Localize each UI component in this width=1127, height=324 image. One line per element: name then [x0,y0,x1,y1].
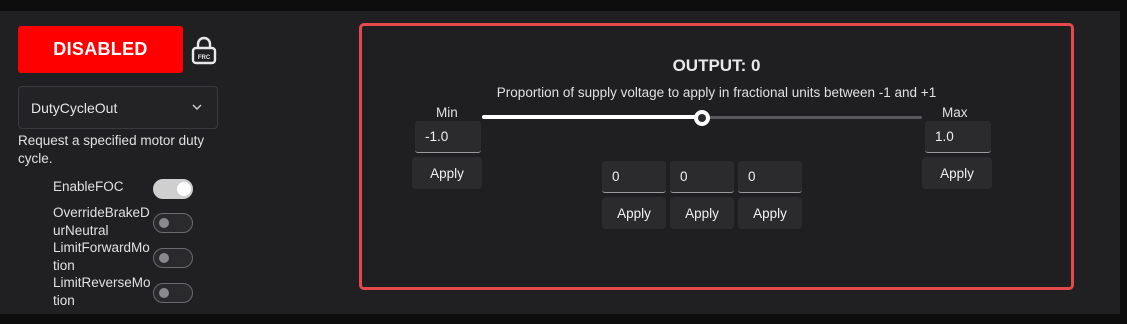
option-label-overridebrakedurneutral: OverrideBrakeDurNeutral [53,205,150,238]
toggle-limitforwardmotion[interactable] [153,248,193,268]
control-mode-description: Request a specified motor duty cycle. [18,133,205,166]
preset-apply-button-3[interactable]: Apply [738,197,802,229]
preset-apply-button-1[interactable]: Apply [602,197,666,229]
preset-input-3[interactable] [738,161,802,193]
chevron-down-icon [192,104,202,110]
toggle-overridebrakedurneutral[interactable] [153,213,193,233]
toggle-knob [177,182,191,196]
svg-text:FRC: FRC [198,55,211,61]
min-label: Min [436,105,458,120]
toggle-enablefoc[interactable] [153,179,193,199]
toggle-limitreversemotion[interactable] [153,283,193,303]
slider-thumb[interactable] [694,110,710,126]
min-apply-button[interactable]: Apply [412,157,482,189]
toggle-knob [159,288,169,298]
output-slider[interactable] [482,110,922,126]
max-apply-button[interactable]: Apply [922,157,992,189]
min-input[interactable] [415,121,481,153]
preset-input-2[interactable] [670,161,734,193]
toggle-knob [159,253,169,263]
option-label-limitreversemotion: LimitReverseMotion [53,275,151,308]
max-input[interactable] [925,121,991,153]
top-bar [0,0,1127,11]
enable-toggle-button[interactable]: DISABLED [18,26,183,73]
lock-frc-icon[interactable]: FRC [190,35,218,65]
right-edge-bar [1120,0,1127,324]
control-mode-select[interactable]: DutyCycleOut [18,86,218,129]
output-description: Proportion of supply voltage to apply in… [496,85,937,100]
control-mode-value: DutyCycleOut [31,99,118,116]
toggle-knob [159,218,169,228]
max-label: Max [942,105,968,120]
output-title: OUTPUT: 0 [672,56,761,75]
preset-input-1[interactable] [602,161,666,193]
slider-fill [482,115,702,119]
option-label-limitforwardmotion: LimitForwardMotion [53,240,150,273]
preset-apply-button-2[interactable]: Apply [670,197,734,229]
output-panel: OUTPUT: 0 Proportion of supply voltage t… [359,23,1074,290]
bottom-bar [0,314,1127,324]
option-label-enablefoc: EnableFOC [53,179,124,194]
